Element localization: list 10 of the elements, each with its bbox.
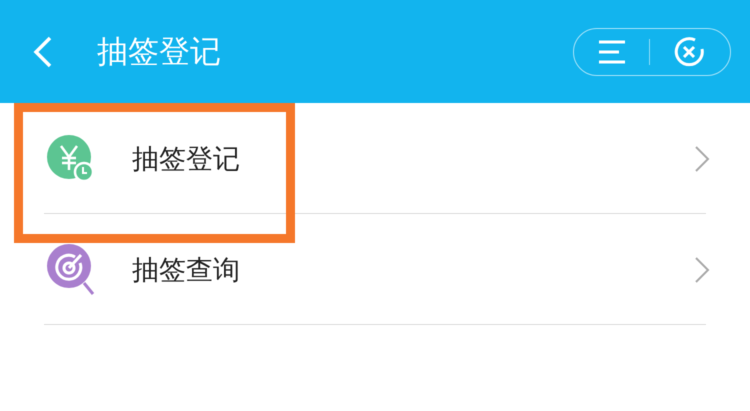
- page-title: 抽签登记: [97, 32, 222, 72]
- list-item[interactable]: 抽签查询: [0, 214, 750, 325]
- chevron-icon: [694, 144, 710, 172]
- menu-icon[interactable]: [599, 40, 628, 64]
- item-label: 抽签登记: [132, 142, 241, 176]
- close-icon[interactable]: [672, 36, 705, 68]
- list-item[interactable]: 抽签登记: [0, 103, 750, 214]
- target-search-icon: [46, 242, 96, 296]
- chevron-icon: [694, 256, 710, 284]
- item-label: 抽签查询: [132, 254, 241, 288]
